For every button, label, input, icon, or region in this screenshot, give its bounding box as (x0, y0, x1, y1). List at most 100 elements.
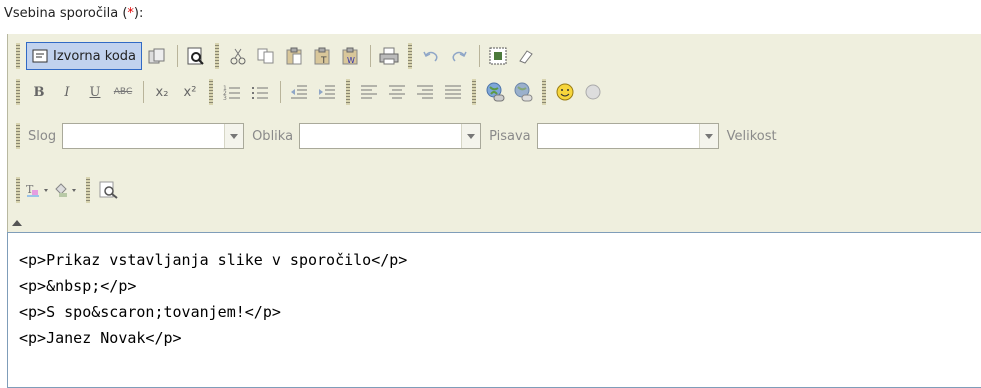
chevron-down-icon[interactable] (461, 124, 481, 148)
undo-button[interactable] (418, 43, 444, 69)
svg-text:T: T (320, 56, 327, 65)
align-right-icon (417, 85, 433, 99)
justify-icon (445, 85, 461, 99)
bullet-list-icon (252, 87, 268, 99)
link-button[interactable] (482, 79, 508, 105)
toolbar-grip (542, 79, 546, 105)
smiley-icon (556, 83, 574, 101)
paste-icon (286, 47, 302, 65)
code-line: <p>&nbsp;</p> (19, 277, 137, 295)
eraser-icon (519, 50, 533, 64)
remove-format-button[interactable] (513, 43, 539, 69)
print-button[interactable] (376, 43, 402, 69)
find-icon (99, 181, 118, 199)
chevron-down-icon[interactable] (698, 124, 718, 148)
background-color-button[interactable] (54, 177, 80, 203)
select-all-icon (489, 47, 507, 65)
unlink-button[interactable] (510, 79, 536, 105)
paste-text-icon: T (314, 47, 330, 65)
smiley-button[interactable] (552, 79, 578, 105)
bold-button[interactable]: B (26, 79, 52, 105)
superscript-button[interactable]: x² (177, 79, 203, 105)
align-left-button[interactable] (356, 79, 382, 105)
indent-icon (319, 85, 335, 99)
toolbar-grip (209, 79, 213, 105)
align-center-icon (389, 85, 405, 99)
select-all-button[interactable] (485, 43, 511, 69)
printer-icon (379, 47, 399, 65)
redo-button[interactable] (446, 43, 472, 69)
paint-bucket-icon (55, 183, 76, 197)
text-color-button[interactable]: T (26, 177, 52, 203)
svg-text:W: W (347, 56, 355, 65)
cut-button[interactable] (225, 43, 251, 69)
indent-button[interactable] (314, 79, 340, 105)
chevron-down-icon[interactable] (224, 124, 244, 148)
separator (479, 45, 480, 67)
subscript-button[interactable]: x₂ (149, 79, 175, 105)
toolbar-grip (408, 43, 412, 69)
copy-icon (257, 48, 274, 64)
align-right-button[interactable] (412, 79, 438, 105)
paste-button[interactable] (281, 43, 307, 69)
toolbar-row-4: T (16, 172, 124, 208)
toolbar-grip (346, 79, 350, 105)
style-dropdown[interactable] (62, 123, 245, 149)
label-text: Vsebina sporočila ( (4, 6, 128, 21)
size-label: Velikost (726, 128, 777, 144)
separator (143, 81, 144, 103)
outdent-button[interactable] (286, 79, 312, 105)
align-left-icon (361, 85, 377, 99)
toolbar-grip[interactable] (16, 43, 20, 69)
template-icon (148, 48, 165, 64)
collapse-toolbar-icon[interactable] (12, 220, 22, 226)
source-button[interactable]: Izvorna koda (26, 42, 142, 70)
undo-icon (423, 51, 438, 62)
find-button[interactable] (96, 177, 122, 203)
format-label: Oblika (252, 128, 294, 144)
toolbar-grip (86, 177, 90, 203)
code-line: <p>Janez Novak</p> (19, 329, 182, 347)
globe-unlink-icon (514, 82, 533, 102)
align-center-button[interactable] (384, 79, 410, 105)
style-label: Slog (28, 128, 57, 144)
bullet-list-button[interactable] (247, 79, 273, 105)
paste-word-icon: W (342, 47, 358, 65)
code-line: <p>Prikaz vstavljanja slike v sporočilo<… (19, 251, 408, 269)
toolbar-grip[interactable] (16, 79, 20, 105)
save-template-button[interactable] (144, 43, 170, 69)
numbered-list-button[interactable]: 123 (219, 79, 245, 105)
text-color-icon: T (26, 183, 48, 197)
separator (370, 45, 371, 67)
separator (177, 45, 178, 67)
svg-text:3: 3 (223, 95, 227, 100)
toolbar-grip (215, 43, 219, 69)
omega-icon (585, 84, 601, 100)
preview-icon (187, 47, 204, 65)
paste-text-button[interactable]: T (309, 43, 335, 69)
preview-button[interactable] (183, 43, 209, 69)
copy-button[interactable] (253, 43, 279, 69)
toolbar-grip[interactable] (16, 123, 20, 149)
source-code-textarea[interactable]: <p>Prikaz vstavljanja slike v sporočilo<… (7, 232, 981, 388)
source-code-text: <p>Prikaz vstavljanja slike v sporočilo<… (8, 233, 981, 351)
strikethrough-button[interactable]: ABC (110, 79, 136, 105)
font-label: Pisava (489, 128, 531, 144)
justify-button[interactable] (440, 79, 466, 105)
globe-link-icon (486, 82, 505, 102)
toolbar-area: Izvorna koda T W B I U ABC x₂ x² 1 2 3 S… (7, 34, 981, 232)
italic-button[interactable]: I (54, 79, 80, 105)
scissors-icon (230, 48, 246, 65)
format-dropdown[interactable] (299, 123, 482, 149)
toolbar-row-3: Slog Oblika Pisava Velikost (16, 118, 783, 154)
font-dropdown[interactable] (536, 123, 719, 149)
special-char-button[interactable] (580, 79, 606, 105)
redo-icon (452, 51, 467, 62)
toolbar-grip[interactable] (16, 177, 20, 203)
source-icon (32, 49, 48, 63)
code-line: <p>S spo&scaron;tovanjem!</p> (19, 303, 281, 321)
toolbar-row-2: B I U ABC x₂ x² 123 (16, 74, 608, 110)
underline-button[interactable]: U (82, 79, 108, 105)
field-label: Vsebina sporočila (*): (4, 6, 143, 21)
paste-word-button[interactable]: W (337, 43, 363, 69)
